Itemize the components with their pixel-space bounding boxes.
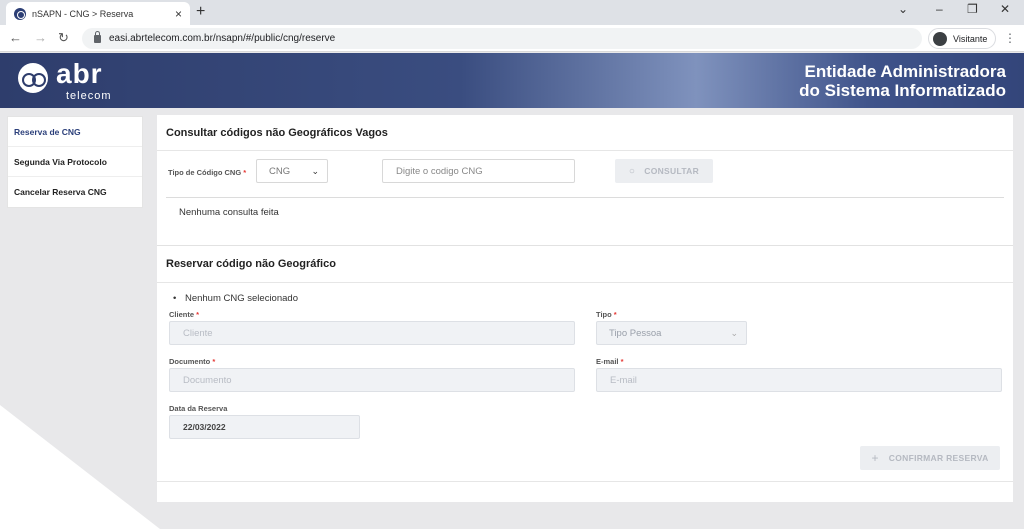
required-mark: * <box>196 310 200 319</box>
chevron-down-icon: ⌄ <box>311 166 319 176</box>
logo-text: abr <box>56 58 103 89</box>
avatar-icon <box>933 31 947 46</box>
reserve-section-title: Reservar código não Geográfico <box>166 258 336 270</box>
code-type-label: Tipo de Código CNG * <box>168 168 246 177</box>
new-tab-button[interactable]: + <box>196 3 205 21</box>
logo-subtitle: telecom <box>66 90 112 102</box>
sidebar-item-cancelar-reserva[interactable]: Cancelar Reserva CNG <box>8 177 142 207</box>
consult-button-label: CONSULTAR <box>644 166 700 176</box>
address-bar-row: ← → ↻ easi.abrtelecom.com.br/nsapn/#/pub… <box>0 25 1024 52</box>
confirm-reservation-button[interactable]: + CONFIRMAR RESERVA <box>860 446 1000 470</box>
lock-icon <box>94 30 101 43</box>
documento-field[interactable]: Documento <box>169 368 575 392</box>
entity-title: Entidade Administradora do Sistema Infor… <box>799 62 1006 100</box>
forward-arrow-icon[interactable]: → <box>34 30 47 45</box>
email-label-text: E-mail <box>596 357 619 366</box>
search-icon: ○ <box>628 165 636 177</box>
divider <box>157 282 1013 283</box>
tab-close-icon[interactable]: × <box>175 7 182 21</box>
code-type-value: CNG <box>269 165 291 177</box>
code-type-select[interactable]: CNG ⌄ <box>256 159 328 183</box>
chevron-down-icon: ⌄ <box>730 328 738 338</box>
abr-telecom-logo[interactable]: abr telecom <box>18 59 128 103</box>
sidebar-menu: Reserva de CNG Segunda Via Protocolo Can… <box>7 116 143 208</box>
profile-label: Visitante <box>953 33 988 44</box>
back-arrow-icon[interactable]: ← <box>9 30 22 45</box>
email-label: E-mail * <box>596 357 624 366</box>
required-mark: * <box>212 357 216 366</box>
cliente-label-text: Cliente <box>169 310 195 319</box>
site-header: abr telecom Entidade Administradora do S… <box>0 53 1024 108</box>
tipo-label: Tipo * <box>596 310 617 319</box>
url-text: easi.abrtelecom.com.br/nsapn/#/public/cn… <box>109 33 336 44</box>
consult-section-title: Consultar códigos não Geográficos Vagos <box>166 127 388 139</box>
profile-button[interactable]: Visitante <box>928 28 997 49</box>
documento-label-text: Documento <box>169 357 211 366</box>
tipo-pessoa-select[interactable]: Tipo Pessoa ⌄ <box>596 321 747 345</box>
cliente-field[interactable]: Cliente <box>169 321 575 345</box>
maximize-button[interactable]: ❐ <box>967 2 978 16</box>
minimize-button[interactable]: – <box>936 2 943 16</box>
data-reserva-field[interactable]: 22/03/2022 <box>169 415 360 439</box>
url-bar[interactable]: easi.abrtelecom.com.br/nsapn/#/public/cn… <box>82 28 922 49</box>
section-divider <box>157 245 1013 246</box>
consult-empty-message: Nenhuma consulta feita <box>179 207 279 218</box>
entity-title-line1: Entidade Administradora <box>804 62 1006 81</box>
cng-code-input[interactable]: Digite o codigo CNG <box>382 159 575 183</box>
required-mark: * <box>620 357 624 366</box>
entity-title-line2: do Sistema Informatizado <box>799 81 1006 100</box>
documento-label: Documento * <box>169 357 215 366</box>
consult-button[interactable]: ○ CONSULTAR <box>615 159 713 183</box>
data-reserva-label: Data da Reserva <box>169 404 228 413</box>
browser-tab-bar: nSAPN - CNG > Reserva × + ⌄ – ❐ ✕ <box>0 0 1024 25</box>
tab-title: nSAPN - CNG > Reserva <box>32 8 134 19</box>
selected-cng-text: Nenhum CNG selecionado <box>184 293 298 304</box>
close-window-button[interactable]: ✕ <box>1000 2 1010 16</box>
background-decoration <box>0 405 160 529</box>
divider <box>166 197 1004 198</box>
main-panel: Consultar códigos não Geográficos Vagos … <box>157 115 1013 502</box>
divider <box>157 150 1013 151</box>
confirm-reservation-label: CONFIRMAR RESERVA <box>888 453 989 463</box>
cliente-label: Cliente * <box>169 310 199 319</box>
sidebar-item-segunda-via[interactable]: Segunda Via Protocolo <box>8 147 142 177</box>
browser-tab[interactable]: nSAPN - CNG > Reserva × <box>6 2 190 25</box>
favicon-icon <box>14 7 26 20</box>
plus-icon: + <box>871 451 879 465</box>
selected-cng-list: • Nenhum CNG selecionado <box>173 293 298 304</box>
browser-menu-icon[interactable]: ⋮ <box>1004 31 1016 45</box>
code-type-label-text: Tipo de Código CNG <box>168 168 242 177</box>
divider <box>157 481 1013 482</box>
tipo-pessoa-value: Tipo Pessoa <box>609 327 662 339</box>
required-mark: * <box>613 310 617 319</box>
sidebar-item-reserva-cng[interactable]: Reserva de CNG <box>8 117 142 147</box>
tipo-label-text: Tipo <box>596 310 612 319</box>
logo-mark-icon <box>18 63 48 93</box>
reload-icon[interactable]: ↻ <box>58 30 69 46</box>
tab-search-chevron-icon[interactable]: ⌄ <box>898 2 908 16</box>
bullet-icon: • <box>173 293 177 304</box>
email-field[interactable]: E-mail <box>596 368 1002 392</box>
required-mark: * <box>243 168 247 177</box>
